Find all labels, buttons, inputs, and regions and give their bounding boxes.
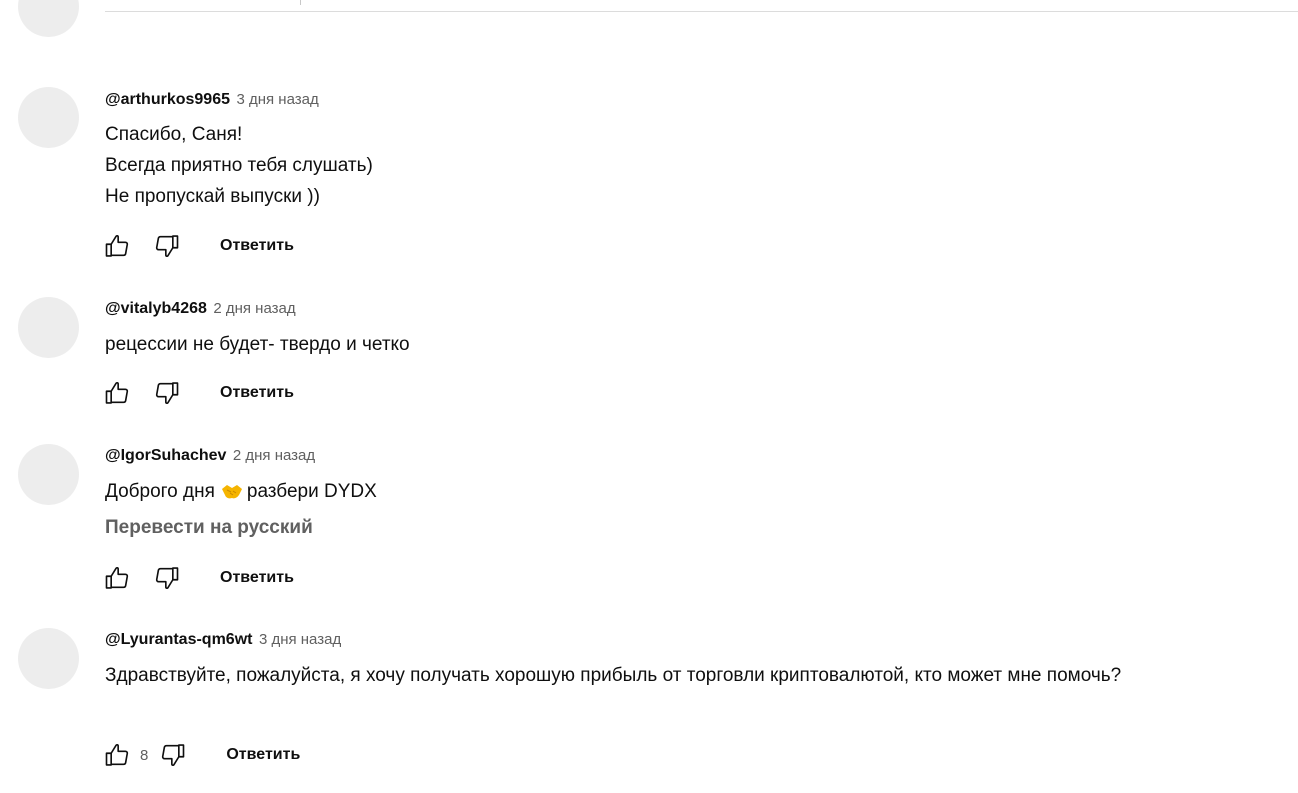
comment-actions: Ответить	[102, 378, 294, 408]
like-button[interactable]	[102, 563, 132, 593]
thumb-up-icon	[105, 234, 129, 257]
input-caret	[300, 0, 301, 5]
reply-button[interactable]: Ответить	[220, 237, 294, 255]
thumb-up-icon	[105, 381, 129, 404]
translate-button[interactable]: Перевести на русский	[105, 517, 313, 539]
comment-text-line: Не пропускай выпуски ))	[105, 186, 320, 207]
comment-text-part: разбери DYDX	[246, 481, 377, 502]
reply-button[interactable]: Ответить	[220, 384, 294, 402]
thumb-up-icon	[105, 743, 129, 766]
comment-time[interactable]: 2 дня назад	[233, 447, 315, 464]
comment-text-part: Доброго дня	[105, 481, 215, 502]
comment-author[interactable]: @vitalyb4268	[105, 300, 207, 317]
comments-section: @arthurkos9965 3 дня назад Спасибо, Саня…	[0, 0, 1298, 793]
avatar[interactable]	[18, 297, 79, 358]
thumb-up-icon	[105, 566, 129, 589]
comment-text-line: рецессии не будет- твердо и четко	[105, 334, 410, 355]
comment-actions: Ответить	[102, 563, 294, 593]
dislike-button[interactable]	[152, 231, 182, 261]
thumb-down-icon	[155, 382, 179, 405]
comment-actions: 8 Ответить	[102, 740, 300, 770]
comment-author[interactable]: @IgorSuhachev	[105, 447, 226, 464]
comment-text-line: Всегда приятно тебя слушать)	[105, 155, 373, 176]
like-button[interactable]	[102, 378, 132, 408]
comment-header: @IgorSuhachev 2 дня назад	[105, 446, 315, 466]
dislike-button[interactable]	[152, 378, 182, 408]
comment-time[interactable]: 3 дня назад	[236, 91, 318, 108]
like-button[interactable]	[102, 231, 132, 261]
like-count: 8	[140, 746, 149, 764]
comment-time[interactable]: 2 дня назад	[213, 300, 295, 317]
comment-header: @arthurkos9965 3 дня назад	[105, 90, 319, 110]
avatar[interactable]	[18, 628, 79, 689]
comment-text: рецессии не будет- твердо и четко	[105, 329, 1255, 360]
comment-time[interactable]: 3 дня назад	[259, 631, 341, 648]
avatar[interactable]	[18, 87, 79, 148]
comment-text-line: Доброго дня разбери DYDX	[105, 476, 1255, 507]
comment-header: @vitalyb4268 2 дня назад	[105, 299, 296, 319]
comment-actions: Ответить	[102, 231, 294, 261]
handshake-emoji	[221, 485, 242, 499]
comment-header: @Lyurantas-qm6wt 3 дня назад	[105, 630, 341, 650]
add-comment-input[interactable]	[105, 11, 1298, 12]
avatar[interactable]	[18, 444, 79, 505]
thumb-down-icon	[162, 744, 185, 767]
current-user-avatar	[18, 0, 79, 37]
dislike-button[interactable]	[158, 740, 188, 770]
thumb-down-icon	[155, 567, 179, 590]
comment-text: Спасибо, Саня! Всегда приятно тебя слуша…	[105, 119, 1255, 212]
comment-author[interactable]: @Lyurantas-qm6wt	[105, 631, 252, 648]
comment-text-line: Спасибо, Саня!	[105, 124, 243, 145]
comment-text: Здравствуйте, пожалуйста, я хочу получат…	[105, 665, 1122, 686]
like-button[interactable]	[102, 740, 132, 770]
dislike-button[interactable]	[152, 563, 182, 593]
reply-button[interactable]: Ответить	[220, 569, 294, 587]
reply-button[interactable]: Ответить	[226, 746, 300, 764]
comment-text: Доброго дня разбери DYDX	[105, 476, 1255, 507]
comment-author[interactable]: @arthurkos9965	[105, 91, 230, 108]
thumb-down-icon	[155, 235, 179, 258]
